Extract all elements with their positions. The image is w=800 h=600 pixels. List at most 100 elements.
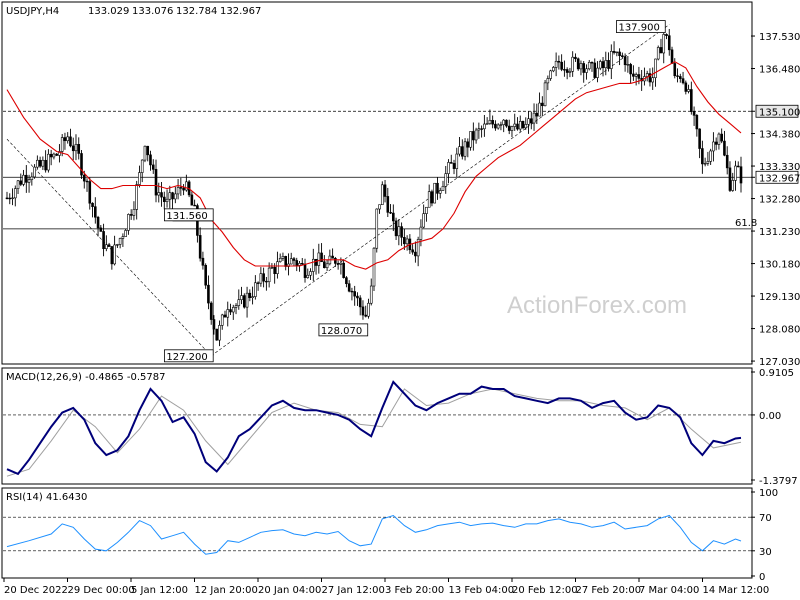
candle-body [552,67,555,72]
candle-body [102,231,105,250]
candle-body [455,153,459,169]
candle-body [201,257,205,266]
candle-body [140,159,144,173]
candle-body [662,34,666,54]
price-tick-label: 131.230 [759,227,800,238]
candle-body [25,174,28,183]
candle-body [709,150,712,162]
candle-body [676,75,679,77]
candle-body [143,145,147,161]
candle-body [593,62,597,78]
price-tick-label: 132.280 [759,195,800,206]
rsi-panel[interactable] [1,487,753,579]
candle-body [463,141,467,157]
candle-body [731,180,735,191]
candle-body [52,153,56,158]
x-tick-label: 20 Feb 12:00 [512,585,578,596]
candle-body [63,137,67,142]
candle-body [342,262,345,278]
candle-body [626,64,630,66]
candle-body [317,252,321,266]
candle-body [226,309,230,318]
candle-body [367,302,370,317]
candle-body [325,263,329,269]
candle-body [44,159,47,171]
candle-body [118,238,122,245]
candle-body [383,184,387,197]
watermark: ActionForex.com [507,292,687,319]
candle-body [386,196,390,213]
candle-body [507,125,511,131]
candle-body [220,314,224,326]
candle-body [91,202,94,207]
low-value: 132.784 [176,6,217,17]
candle-body [124,230,127,237]
candle-body [480,128,483,130]
candle-body [129,214,133,216]
candle-body [176,187,180,195]
candle-body [105,244,108,250]
candle-body [518,120,522,130]
price-tick-label: 135.100 [759,107,800,118]
candle-body [30,176,34,180]
candle-body [157,192,161,196]
x-tick-label: 5 Jan 12:00 [131,585,188,596]
price-tick-label: 134.380 [759,130,800,141]
candle-body [198,235,202,259]
candle-body [204,264,207,286]
candle-body [182,187,185,191]
rsi-tick-label: 70 [759,513,772,524]
candle-body [190,194,194,206]
candle-body [270,266,274,269]
candle-body [8,197,12,200]
x-tick-label: 20 Jan 04:00 [258,585,321,596]
candle-body [563,69,566,71]
candle-body [94,206,97,218]
candle-body [336,263,340,265]
candle-body [483,123,486,130]
candle-body [499,124,503,126]
candle-body [598,61,602,69]
candle-body [723,140,726,156]
candle-body [535,112,539,117]
candle-body [546,78,550,84]
candle-body [60,137,64,152]
candle-body [289,258,293,265]
price-tick-label: 130.180 [759,260,800,271]
candle-body [397,226,401,237]
candle-body [38,159,42,167]
candle-body [477,128,481,131]
macd-tick-label: 0.9105 [759,368,794,379]
candle-body [634,74,638,77]
candle-body [347,283,351,292]
candle-body [358,297,362,308]
candle-body [438,190,442,194]
candle-body [623,56,627,66]
candle-body [116,244,119,246]
candle-body [85,180,89,183]
fib-level-label: 61.8 [735,218,757,229]
candle-body [259,273,263,284]
candle-body [138,172,141,185]
candle-body [364,314,368,317]
candle-body [684,82,688,92]
candle-body [218,325,221,341]
candle-body [33,166,36,178]
candle-body [276,261,279,274]
candle-body [168,192,172,200]
candle-body [461,146,464,157]
candle-body [576,58,580,70]
candle-body [309,271,312,276]
candle-body [300,263,304,265]
candle-body [303,263,307,278]
candle-body [240,295,243,300]
candle-body [524,124,528,129]
candle-body [403,237,406,245]
candle-body [632,73,635,77]
candle-body [449,162,453,164]
candle-body [77,143,81,154]
candle-body [389,212,392,214]
price-header: USDJPY,H4 133.029 133.076 132.784 132.96… [6,6,261,17]
candle-body [529,118,533,124]
candle-body [472,131,475,141]
